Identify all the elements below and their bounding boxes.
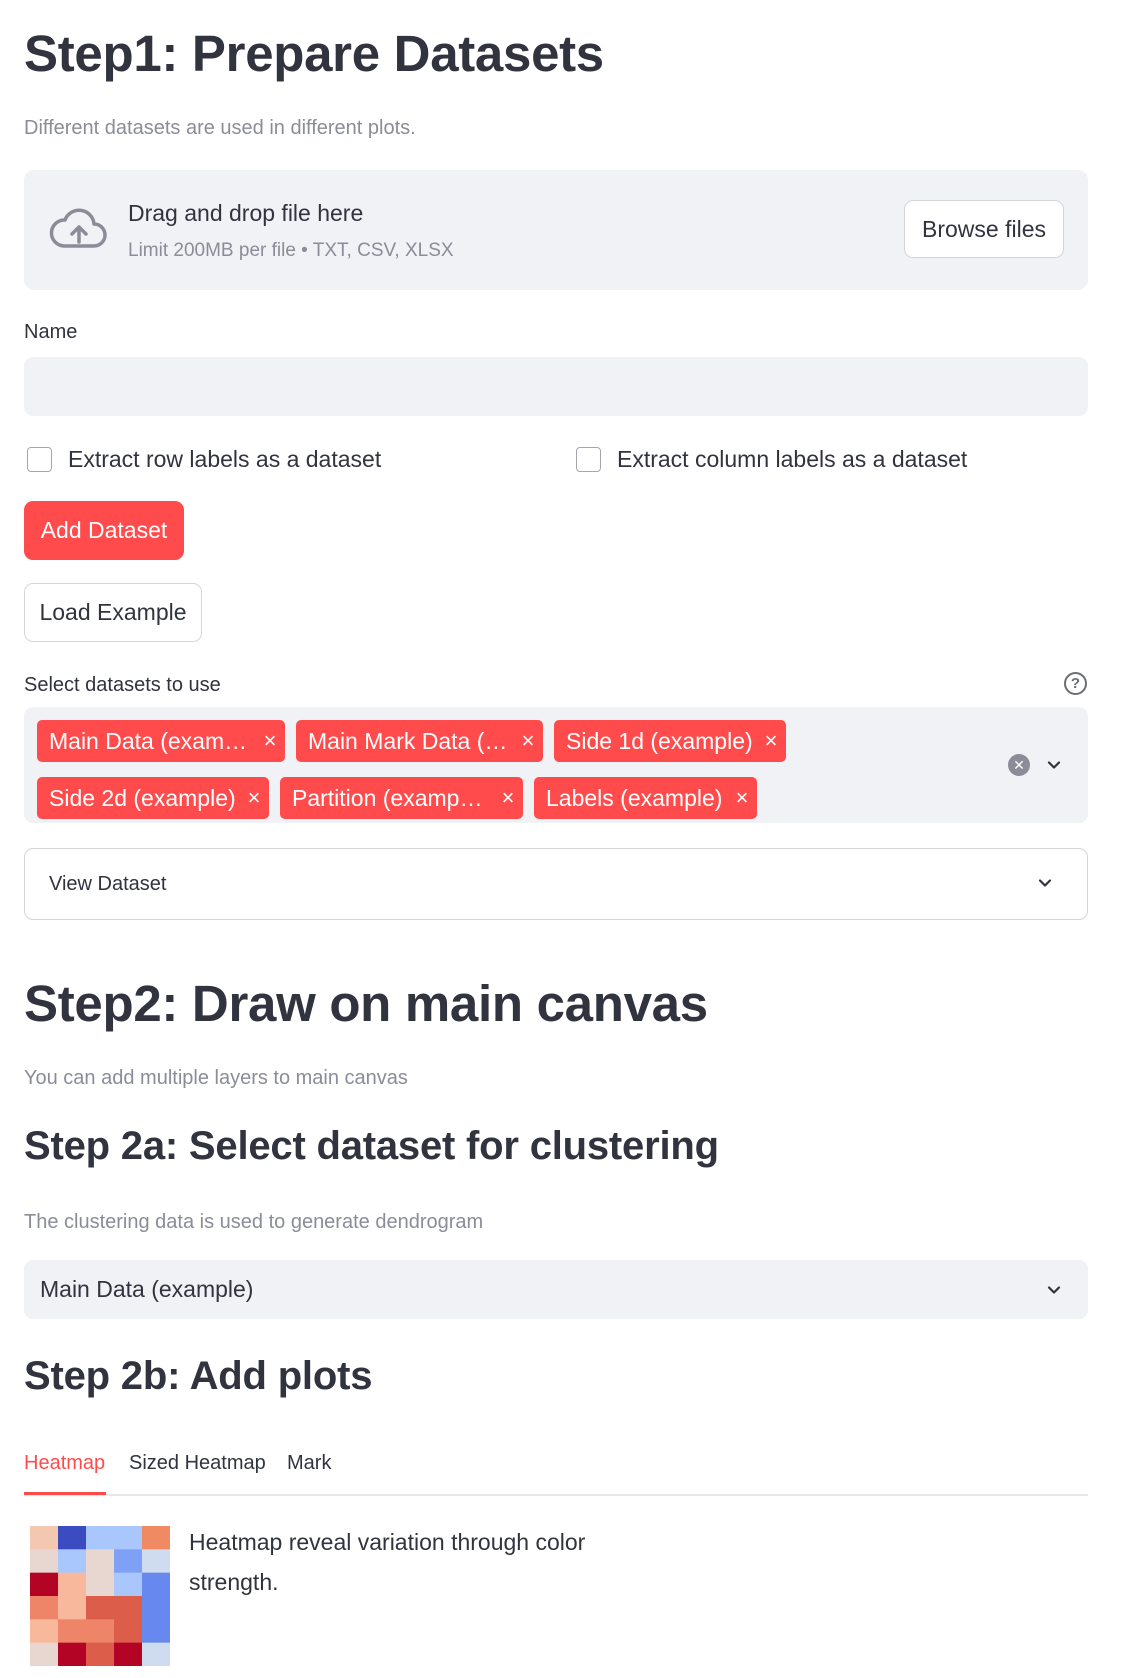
heatmap-cell (142, 1642, 170, 1666)
heatmap-cell (30, 1526, 59, 1550)
chevron-down-icon[interactable] (1046, 757, 1062, 773)
tab-sized-heatmap[interactable]: Sized Heatmap (129, 1452, 266, 1475)
heatmap-cell (114, 1572, 143, 1597)
clear-all-icon[interactable]: ✕ (1008, 754, 1030, 776)
heatmap-cell (30, 1619, 59, 1644)
name-input[interactable] (24, 357, 1088, 416)
file-dropzone[interactable]: Drag and drop file here Limit 200MB per … (24, 170, 1088, 290)
close-icon[interactable]: × (756, 728, 786, 754)
step1-caption: Different datasets are used in different… (24, 117, 416, 139)
expander-label: View Dataset (49, 873, 167, 895)
tag-label: Main Mark Data (… (308, 727, 508, 754)
col-labels-checkbox[interactable]: Extract column labels as a dataset (576, 446, 967, 473)
tag-label: Partition (examp… (292, 784, 483, 811)
chevron-down-icon (1047, 1286, 1061, 1294)
browse-files-button[interactable]: Browse files (904, 200, 1064, 258)
question-circle-icon[interactable]: ? (1064, 672, 1087, 695)
view-dataset-expander[interactable]: View Dataset (24, 848, 1088, 920)
close-icon[interactable]: × (513, 728, 543, 754)
heatmap-cell (58, 1619, 87, 1644)
heatmap-cell (30, 1549, 59, 1574)
dataset-tag[interactable]: Side 1d (example) × (554, 720, 786, 762)
dataset-tag[interactable]: Partition (examp… × (280, 777, 523, 819)
cloud-upload-icon (49, 208, 107, 248)
add-dataset-button[interactable]: Add Dataset (24, 501, 184, 560)
heatmap-cell (30, 1642, 59, 1666)
name-label: Name (24, 321, 78, 343)
active-tab-indicator (24, 1492, 106, 1495)
heatmap-cell (86, 1526, 115, 1550)
chevron-down-icon (1038, 879, 1052, 887)
heatmap-cell (142, 1549, 170, 1574)
close-icon[interactable]: × (727, 785, 757, 811)
heatmap-cell (142, 1572, 170, 1597)
close-icon[interactable]: × (255, 728, 285, 754)
dataset-multiselect[interactable]: Main Data (exam… × Main Mark Data (… × S… (24, 707, 1088, 823)
row-labels-checkbox[interactable]: Extract row labels as a dataset (27, 446, 381, 473)
heatmap-cell (30, 1596, 59, 1620)
dataset-tag[interactable]: Main Mark Data (… × (296, 720, 543, 762)
heatmap-cell (86, 1642, 115, 1666)
heatmap-cell (114, 1619, 143, 1644)
dataset-tag[interactable]: Labels (example) × (534, 777, 757, 819)
heatmap-cell (58, 1572, 87, 1597)
step1-title: Step1: Prepare Datasets (24, 25, 604, 82)
heatmap-cell (86, 1549, 115, 1574)
heatmap-cell (58, 1642, 87, 1666)
close-icon[interactable]: × (493, 785, 523, 811)
step2-title: Step2: Draw on main canvas (24, 975, 708, 1032)
heatmap-cell (114, 1549, 143, 1574)
step2b-title: Step 2b: Add plots (24, 1354, 373, 1398)
step2a-caption: The clustering data is used to generate … (24, 1211, 484, 1233)
tag-label: Main Data (exam… (49, 727, 248, 754)
heatmap-cell (114, 1596, 143, 1620)
dropzone-title: Drag and drop file here (128, 200, 364, 226)
close-icon[interactable]: × (239, 785, 269, 811)
heatmap-thumbnail (30, 1526, 170, 1666)
col-labels-label: Extract column labels as a dataset (617, 446, 968, 472)
heatmap-cell (30, 1572, 59, 1597)
plot-tabs: Heatmap Sized Heatmap Mark (24, 1450, 1088, 1496)
tag-label: Labels (example) (546, 784, 723, 811)
clustering-dataset-select[interactable]: Main Data (example) (24, 1260, 1088, 1319)
heatmap-cell (86, 1572, 115, 1597)
heatmap-cell (58, 1596, 87, 1620)
heatmap-description: Heatmap reveal variation through color s… (189, 1529, 586, 1595)
tab-mark[interactable]: Mark (287, 1452, 331, 1475)
dataset-tag[interactable]: Main Data (exam… × (37, 720, 285, 762)
row-labels-label: Extract row labels as a dataset (68, 446, 382, 472)
select-datasets-label: Select datasets to use (24, 674, 221, 696)
heatmap-cell (114, 1526, 143, 1550)
heatmap-cell (58, 1526, 87, 1550)
heatmap-cell (142, 1526, 170, 1550)
heatmap-cell (142, 1619, 170, 1644)
heatmap-cell (58, 1549, 87, 1574)
heatmap-cell (86, 1596, 115, 1620)
tab-heatmap[interactable]: Heatmap (24, 1452, 105, 1475)
checkbox-box[interactable] (576, 447, 601, 472)
heatmap-cell (86, 1619, 115, 1644)
dropzone-limit: Limit 200MB per file • TXT, CSV, XLSX (128, 240, 454, 261)
step2-caption: You can add multiple layers to main canv… (24, 1067, 408, 1089)
select-value: Main Data (example) (40, 1276, 254, 1302)
tag-label: Side 2d (example) (49, 784, 236, 811)
heatmap-cell (142, 1596, 170, 1620)
heatmap-cell (114, 1642, 143, 1666)
checkbox-box[interactable] (27, 447, 52, 472)
dataset-tag[interactable]: Side 2d (example) × (37, 777, 269, 819)
load-example-button[interactable]: Load Example (24, 583, 202, 642)
tag-label: Side 1d (example) (566, 727, 753, 754)
step2a-title: Step 2a: Select dataset for clustering (24, 1124, 719, 1168)
